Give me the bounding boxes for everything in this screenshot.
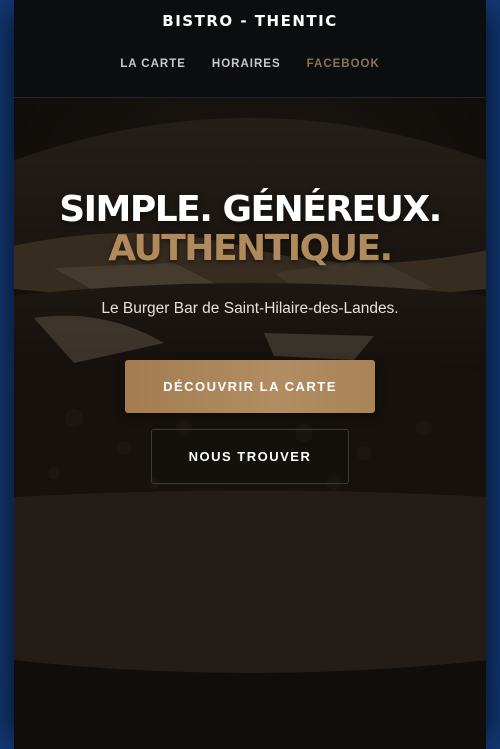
brand-logo[interactable]: BISTRO - THENTIC bbox=[14, 12, 486, 30]
discover-menu-button[interactable]: DÉCOUVRIR LA CARTE bbox=[125, 360, 375, 413]
browser-viewport: BISTRO - THENTIC LA CARTE HORAIRES FACEB… bbox=[0, 0, 500, 749]
nav-link-horaires[interactable]: HORAIRES bbox=[212, 58, 281, 70]
nav-link-la-carte[interactable]: LA CARTE bbox=[120, 58, 186, 70]
hero-section: SIMPLE. GÉNÉREUX. AUTHENTIQUE. Le Burger… bbox=[14, 98, 486, 749]
hero-headline-accent: AUTHENTIQUE. bbox=[108, 228, 393, 269]
hero-headline: SIMPLE. GÉNÉREUX. bbox=[59, 189, 442, 230]
hero-tagline: Le Burger Bar de Saint-Hilaire-des-Lande… bbox=[101, 300, 399, 317]
main-nav: LA CARTE HORAIRES FACEBOOK bbox=[14, 58, 486, 70]
find-us-button[interactable]: NOUS TROUVER bbox=[151, 429, 349, 484]
nav-link-facebook[interactable]: FACEBOOK bbox=[307, 58, 380, 70]
site-header: BISTRO - THENTIC LA CARTE HORAIRES FACEB… bbox=[14, 0, 486, 98]
